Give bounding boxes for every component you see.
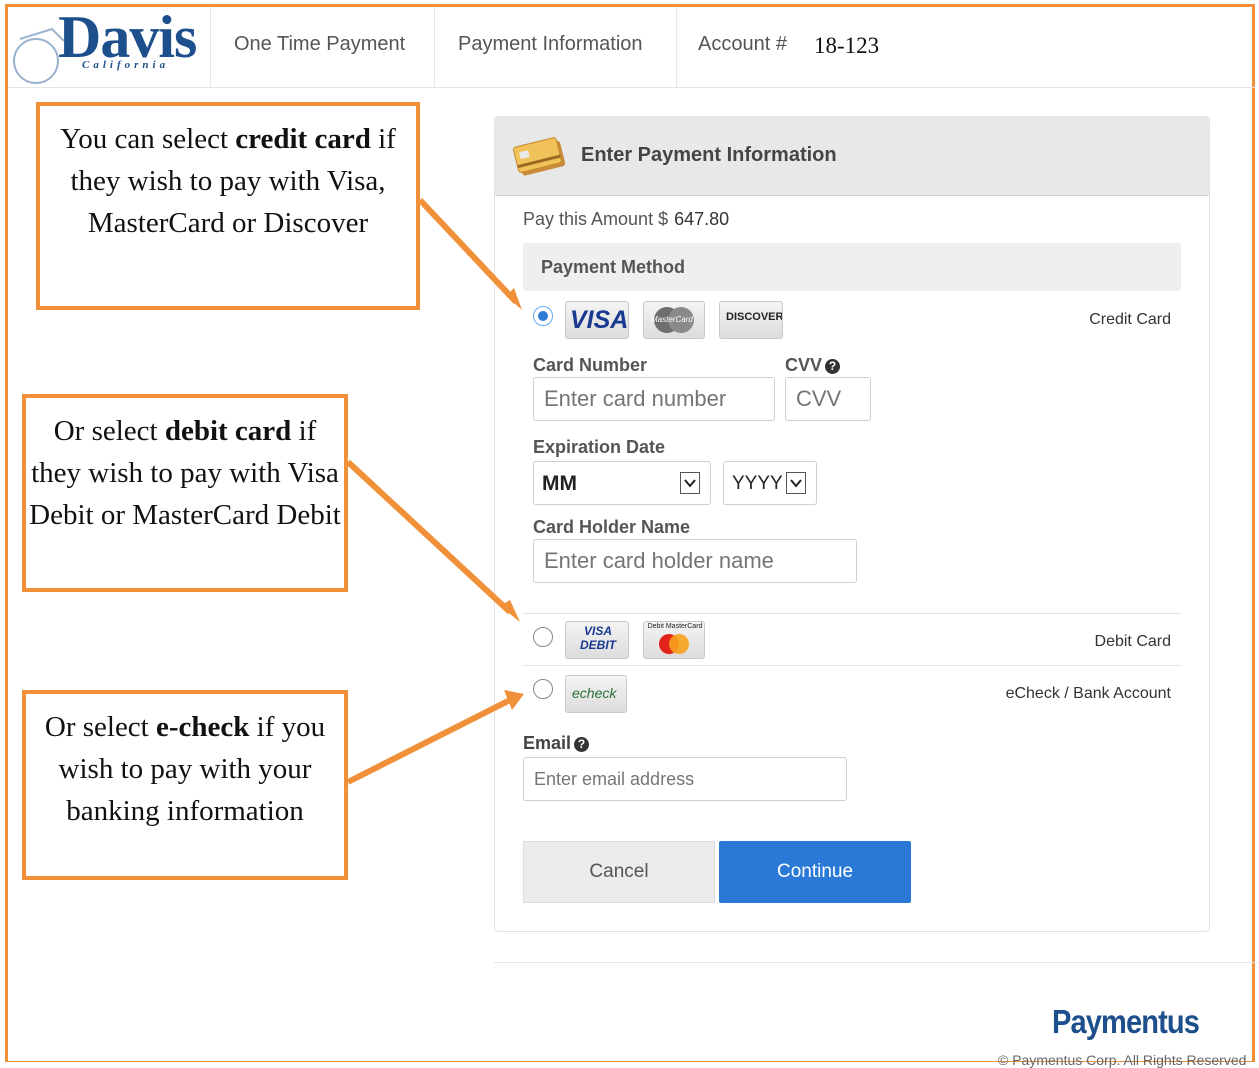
card-number-label: Card Number — [533, 355, 648, 375]
expiration-date-label: Expiration Date — [533, 437, 666, 457]
visa-debit-text: VISA DEBIT — [580, 624, 616, 652]
continue-button[interactable]: Continue — [719, 841, 911, 903]
cancel-button[interactable]: Cancel — [523, 841, 715, 903]
nav-divider — [676, 7, 677, 87]
expiration-month-select[interactable]: MM — [533, 461, 711, 505]
visa-text: VISA — [570, 306, 629, 334]
pay-amount-value: 647.80 — [674, 209, 730, 229]
visa-card-logo[interactable]: VISA — [565, 301, 629, 339]
mastercard-text: MasterCard — [651, 315, 693, 324]
email-input[interactable] — [523, 757, 847, 801]
callout-echeck: Or select e-check if you wish to pay wit… — [22, 690, 348, 880]
echeck-radio[interactable] — [533, 679, 553, 699]
callout-bold: debit card — [164, 415, 292, 447]
email-label: Email? — [523, 733, 590, 754]
card-holder-label: Card Holder Name — [533, 517, 691, 537]
month-value: MM — [542, 472, 577, 495]
payment-panel: Enter Payment Information Pay this Amoun… — [494, 116, 1210, 932]
echeck-label: eCheck / Bank Account — [1005, 685, 1171, 702]
discover-text: DISCOVER — [726, 311, 783, 323]
cvv-label: CVV? — [785, 355, 841, 376]
footer-divider — [494, 962, 1258, 963]
visa-debit-logo[interactable]: VISA DEBIT — [565, 621, 629, 659]
callout-bold: credit card — [235, 123, 371, 155]
chevron-down-icon — [680, 472, 700, 494]
nav-divider — [434, 7, 435, 87]
panel-title: Enter Payment Information — [581, 144, 837, 166]
callout-bold: e-check — [156, 711, 250, 743]
callout-debit-card: Or select debit card if they wish to pay… — [22, 394, 348, 592]
callout-text: You can select — [60, 123, 236, 155]
account-number: 18-123 — [814, 33, 880, 58]
credit-card-icon — [513, 137, 566, 176]
cvv-input[interactable] — [785, 377, 871, 421]
echeck-text: echeck — [572, 685, 617, 701]
callout-text: Or select — [44, 711, 156, 743]
debit-card-radio[interactable] — [533, 627, 553, 647]
debit-mastercard-logo[interactable]: Debit MasterCard — [643, 621, 705, 659]
callout-text: Or select — [53, 415, 165, 447]
cvv-label-text: CVV — [785, 355, 823, 375]
logo-subtitle: California — [82, 59, 170, 71]
echeck-logo[interactable]: echeck — [565, 675, 627, 713]
credit-card-label: Credit Card — [1089, 311, 1171, 328]
paymentus-logo: Paymentus — [1052, 1003, 1200, 1040]
payment-method-label: Payment Method — [541, 257, 686, 277]
email-label-text: Email — [523, 733, 572, 753]
nav-one-time-payment[interactable]: One Time Payment — [234, 33, 405, 56]
card-holder-input[interactable] — [533, 539, 857, 583]
help-icon[interactable]: ? — [825, 359, 841, 374]
pay-amount-line: Pay this Amount $647.80 — [523, 209, 729, 230]
expiration-year-select[interactable]: YYYY — [723, 461, 817, 505]
card-number-input[interactable] — [533, 377, 775, 421]
option-divider — [523, 613, 1181, 614]
credit-card-radio[interactable] — [533, 306, 553, 326]
year-value: YYYY — [732, 473, 783, 494]
chevron-down-icon — [786, 472, 806, 494]
callout-credit-card: You can select credit card if they wish … — [36, 102, 420, 310]
nav-payment-information[interactable]: Payment Information — [458, 33, 643, 56]
davis-logo[interactable]: Davis California — [12, 4, 212, 85]
debit-mastercard-text: Debit MasterCard — [647, 623, 703, 630]
debit-card-label: Debit Card — [1094, 633, 1171, 650]
mastercard-logo[interactable]: MasterCard — [643, 301, 705, 339]
panel-header: Enter Payment Information — [495, 117, 1209, 196]
site-header: Davis California One Time Payment Paymen… — [8, 4, 1256, 88]
nav-divider — [210, 7, 211, 87]
help-icon[interactable]: ? — [574, 737, 590, 752]
pay-amount-label: Pay this Amount $ — [523, 209, 669, 229]
payment-method-bar: Payment Method — [523, 243, 1181, 291]
nav-account-label: Account # — [698, 33, 787, 55]
option-divider — [523, 665, 1181, 666]
copyright-text: © Paymentus Corp. All Rights Reserved — [998, 1052, 1247, 1068]
discover-logo[interactable]: DISCOVER — [719, 301, 783, 339]
